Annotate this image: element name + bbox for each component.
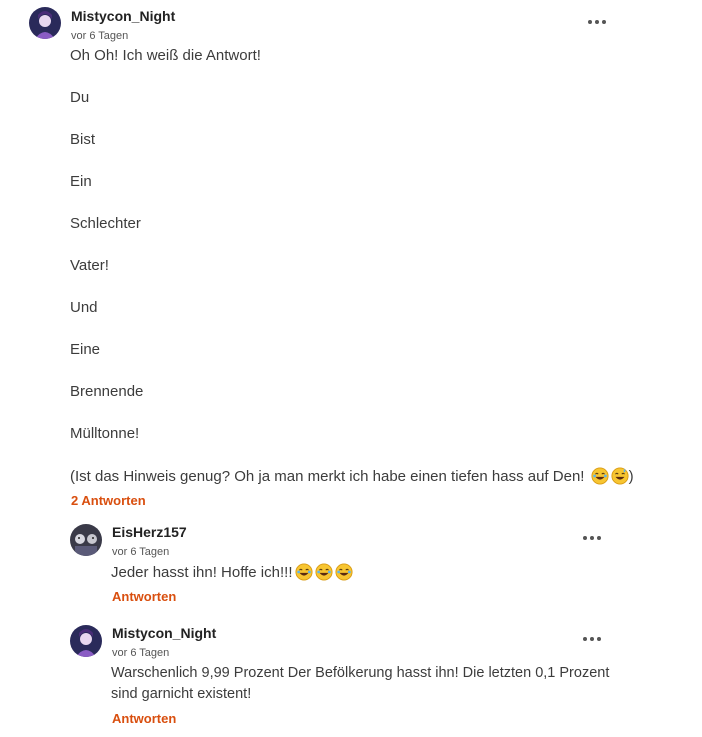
avatar[interactable]: [70, 524, 102, 556]
laughing-emoji-icon: [591, 467, 609, 485]
main-comment: Mistycon_Night vor 6 Tagen Oh Oh! Ich we…: [0, 0, 702, 510]
reply-button[interactable]: Antworten: [112, 589, 176, 604]
comment-text-segment: ): [628, 468, 634, 485]
comment-text-line: Schlechter: [70, 215, 141, 232]
comment-text-last-line: (Ist das Hinweis genug? Oh ja man merkt …: [70, 467, 634, 485]
more-options-icon[interactable]: [581, 633, 605, 645]
timestamp: vor 6 Tagen: [112, 647, 170, 659]
reply-button[interactable]: Antworten: [112, 711, 176, 726]
reply-text: Jeder hasst ihn! Hoffe ich!!!: [111, 563, 353, 581]
comment-text-line: Eine: [70, 341, 101, 358]
comment-text-segment: (Ist das Hinweis genug? Oh ja man merkt …: [70, 468, 589, 485]
comment-text-line: Ein: [70, 173, 92, 190]
more-options-icon[interactable]: [586, 16, 610, 28]
comment-text-line: Vater!: [70, 257, 109, 274]
avatar-image: [70, 625, 102, 657]
more-options-icon[interactable]: [581, 532, 605, 544]
comment-text-line: Bist: [70, 131, 96, 148]
username[interactable]: Mistycon_Night: [112, 625, 216, 641]
avatar[interactable]: [29, 7, 61, 39]
reply-text-line: sind garnicht existent!: [111, 686, 252, 702]
avatar[interactable]: [70, 625, 102, 657]
reply-text-segment: Jeder hasst ihn! Hoffe ich!!!: [111, 564, 293, 581]
avatar-image: [29, 7, 61, 39]
reply-comment: EisHerz157 vor 6 Tagen Jeder hasst ihn! …: [0, 518, 702, 613]
username[interactable]: EisHerz157: [112, 524, 187, 540]
comment-text-line: Du: [70, 89, 90, 106]
comment-text-line: Und: [70, 299, 98, 316]
reply-text-line: Warschenlich 9,99 Prozent Der Befölkerun…: [111, 665, 610, 681]
reply-comment: Mistycon_Night vor 6 Tagen Warschenlich …: [0, 619, 702, 737]
timestamp: vor 6 Tagen: [71, 30, 129, 42]
comment-text-line: Mülltonne!: [70, 425, 140, 442]
laughing-emoji-icon: [294, 563, 313, 581]
laughing-emoji-icon: [334, 563, 353, 581]
laughing-emoji-icon: [314, 563, 333, 581]
username[interactable]: Mistycon_Night: [71, 8, 175, 24]
timestamp: vor 6 Tagen: [112, 546, 170, 558]
sweat-smile-emoji-icon: [611, 467, 629, 485]
avatar-image: [70, 524, 102, 556]
comment-text-line: Oh Oh! Ich weiß die Antwort!: [70, 47, 261, 64]
replies-toggle-link[interactable]: 2 Antworten: [71, 493, 146, 508]
comment-text-line: Brennende: [70, 383, 144, 400]
